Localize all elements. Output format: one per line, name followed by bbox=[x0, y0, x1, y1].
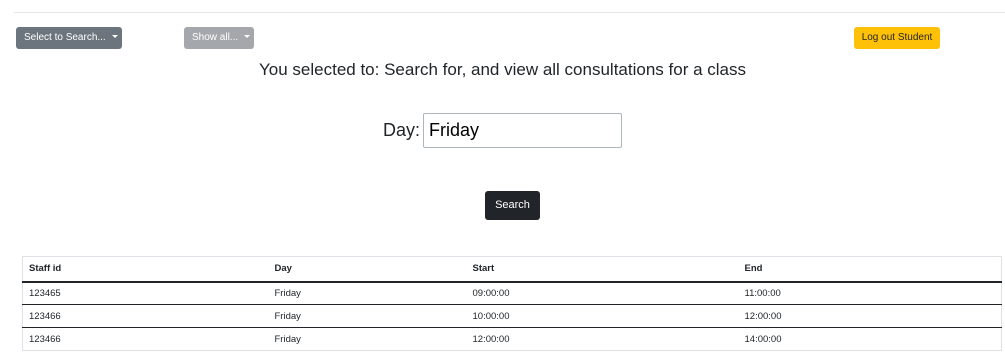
header-end: End bbox=[738, 256, 1002, 283]
table-row: 123465 Friday 09:00:00 11:00:00 bbox=[22, 281, 1002, 305]
cell-end: 11:00:00 bbox=[738, 281, 1002, 305]
table-row: 123466 Friday 12:00:00 14:00:00 bbox=[22, 327, 1002, 351]
cell-start: 09:00:00 bbox=[466, 281, 739, 305]
search-button-label: Search bbox=[495, 199, 530, 211]
cell-day: Friday bbox=[268, 281, 467, 305]
day-field-row: Day: bbox=[0, 113, 1005, 148]
cell-end: 14:00:00 bbox=[738, 327, 1002, 351]
cell-start: 10:00:00 bbox=[466, 304, 739, 328]
header-day: Day bbox=[268, 256, 467, 283]
select-to-search-label: Select to Search... bbox=[24, 32, 106, 43]
select-to-search-dropdown[interactable]: Select to Search... bbox=[16, 27, 122, 49]
cell-staff-id: 123466 bbox=[22, 327, 269, 351]
search-button[interactable]: Search bbox=[485, 191, 540, 220]
consultations-table: Staff id Day Start End 123465 Friday 09:… bbox=[22, 256, 1002, 351]
day-input[interactable] bbox=[423, 113, 622, 148]
cell-day: Friday bbox=[268, 304, 467, 328]
day-label: Day: bbox=[382, 120, 420, 140]
show-all-label: Show all... bbox=[192, 32, 239, 43]
cell-staff-id: 123466 bbox=[22, 304, 269, 328]
page-heading: You selected to: Search for, and view al… bbox=[259, 60, 746, 79]
table-header-row: Staff id Day Start End bbox=[22, 256, 1002, 283]
cell-day: Friday bbox=[268, 327, 467, 351]
header-staff-id: Staff id bbox=[22, 256, 269, 283]
caret-down-icon bbox=[111, 35, 118, 38]
show-all-dropdown[interactable]: Show all... bbox=[184, 27, 254, 49]
cell-end: 12:00:00 bbox=[738, 304, 1002, 328]
header-start: Start bbox=[466, 256, 739, 283]
table-row: 123466 Friday 10:00:00 12:00:00 bbox=[22, 304, 1002, 328]
top-divider bbox=[14, 12, 1005, 13]
caret-down-icon bbox=[244, 35, 251, 38]
logout-button[interactable]: Log out Student bbox=[854, 27, 940, 49]
page: Select to Search... Show all... Log out … bbox=[0, 0, 1005, 356]
logout-label: Log out Student bbox=[861, 32, 933, 43]
cell-start: 12:00:00 bbox=[466, 327, 739, 351]
cell-staff-id: 123465 bbox=[22, 281, 269, 305]
